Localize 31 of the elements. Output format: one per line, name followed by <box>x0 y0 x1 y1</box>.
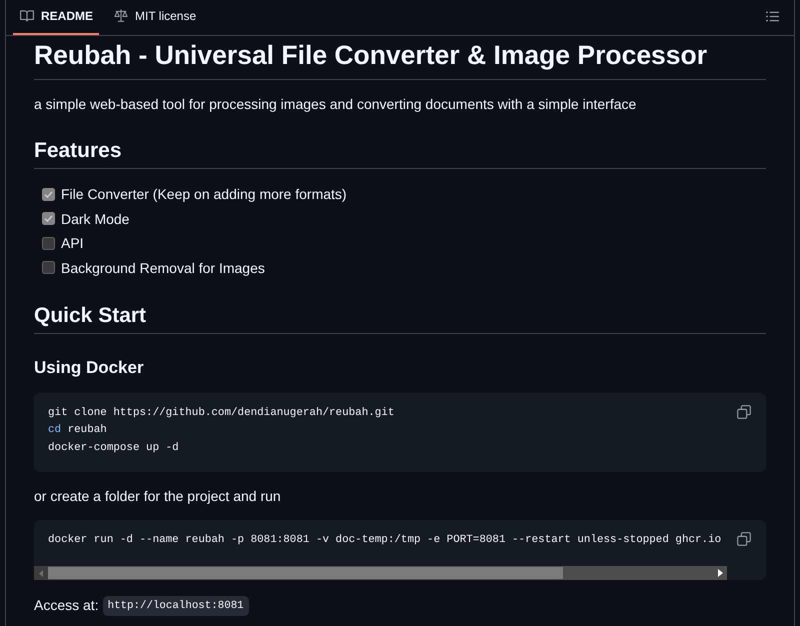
triangle-right-icon <box>718 569 722 577</box>
checkbox[interactable] <box>42 212 55 226</box>
checkbox[interactable] <box>42 188 55 201</box>
code-line: docker run -d --name reubah -p 8081:8081 -v doc-temp:/tmp -e PORT=8081 --restart unless-stopped ghcr.io <box>48 533 722 548</box>
triangle-left-icon <box>39 570 43 576</box>
checklist-item: Dark Mode <box>61 210 130 229</box>
checklist-item: API <box>61 234 84 254</box>
code-line: docker-compose up -d <box>48 440 179 456</box>
tab[interactable]: README <box>13 0 100 35</box>
copy-icon <box>737 404 751 418</box>
subsection-heading: Using Docker <box>34 357 144 379</box>
code-line: cd reubah <box>48 423 107 438</box>
checkbox[interactable] <box>42 261 55 274</box>
section-heading: Features <box>34 138 122 164</box>
horizontal-scrollbar[interactable] <box>34 566 727 580</box>
scrollbar-thumb[interactable] <box>48 567 563 579</box>
copy-icon <box>737 532 751 546</box>
paragraph: a simple web-based tool for processing images and converting documents with a simple interface <box>34 95 636 114</box>
list-icon <box>766 11 778 22</box>
checklist-item: Background Removal for Images <box>61 258 265 278</box>
checklist-item: File Converter (Keep on adding more formats) <box>61 185 347 204</box>
scale-icon <box>114 9 128 22</box>
tab[interactable]: MIT license <box>107 0 202 35</box>
access-label: Access at: <box>34 596 99 615</box>
readme-title: Reubah - Universal File Converter & Image Processor <box>34 39 708 72</box>
section-heading: Quick Start <box>34 303 146 329</box>
inline-code: http://localhost:8081 <box>102 596 249 616</box>
checkbox[interactable] <box>42 236 55 250</box>
book-icon <box>20 10 34 22</box>
paragraph: or create a folder for the project and run <box>34 486 281 506</box>
code-line: git clone https://github.com/dendianugerah/reubah.git <box>48 406 394 420</box>
